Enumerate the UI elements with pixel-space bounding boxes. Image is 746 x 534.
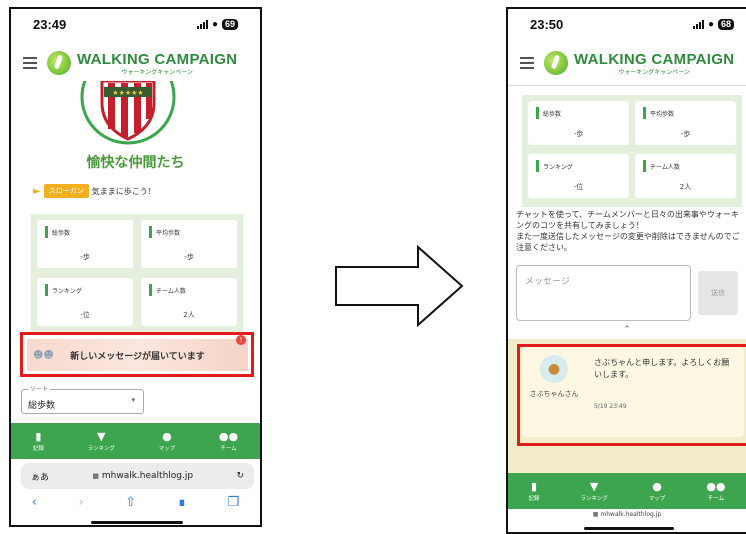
nav-record[interactable]: ▮ 記録: [33, 431, 44, 452]
message-placeholder: メッセージ: [525, 277, 570, 287]
nav-team[interactable]: ●● チーム: [706, 481, 725, 502]
sort-legend: ソート: [28, 384, 51, 393]
team-stats-panel: 総歩数 -歩 平均歩数 -歩 ランキング -位 チーム人数 2人: [31, 214, 243, 334]
trophy-icon: ▼: [97, 429, 106, 443]
status-time: 23:50: [530, 16, 564, 32]
header-divider: [508, 85, 746, 86]
app-header: WALKING CAMPAIGN ウォーキングキャンペーン: [11, 43, 260, 83]
bottom-nav: ▮ 記録 ▼ ランキング ● マップ ●● チーム: [11, 423, 260, 459]
signal-icon: [692, 19, 704, 29]
status-bar: 23:50 ● 68: [508, 9, 746, 39]
chart-icon: ▮: [35, 429, 42, 443]
stat-ranking: ランキング -位: [37, 278, 133, 326]
wifi-icon: ●: [211, 18, 218, 30]
highlight-box: [20, 332, 254, 377]
forward-icon[interactable]: ›: [79, 495, 84, 510]
app-subtitle: ウォーキングキャンペーン: [121, 68, 193, 76]
app-subtitle: ウォーキングキャンペーン: [618, 68, 690, 76]
app-title: WALKING CAMPAIGN: [77, 50, 238, 68]
slogan-text: 気ままに歩こう！: [91, 186, 156, 196]
share-icon[interactable]: ⇧: [125, 495, 136, 510]
phone-screenshot-after: 23:50 ● 68 WALKING CAMPAIGN ウォーキングキャンペーン…: [506, 7, 746, 534]
highlight-box: [517, 344, 746, 446]
nav-map[interactable]: ● マップ: [649, 481, 666, 502]
slogan: ► スローガン 気ままに歩こう！: [33, 184, 156, 198]
app-header: WALKING CAMPAIGN ウォーキングキャンペーン: [508, 43, 746, 83]
home-indicator: [584, 527, 674, 530]
collapse-chevron-icon[interactable]: ⌃: [508, 325, 746, 335]
status-bar: 23:49 ● 69: [11, 9, 260, 39]
battery-icon: 68: [717, 18, 734, 30]
chart-icon: ▮: [530, 479, 538, 493]
team-name: 愉快な仲間たち: [86, 155, 185, 171]
team-emblem-icon: ★★★★★: [80, 81, 176, 145]
message-input[interactable]: メッセージ: [516, 265, 691, 321]
stat-average-steps: 平均歩数 -歩: [635, 101, 736, 145]
lock-icon: ■: [92, 472, 99, 480]
sort-value: 総歩数: [28, 401, 56, 411]
reload-icon[interactable]: ↻: [236, 471, 244, 481]
menu-icon[interactable]: [520, 57, 534, 69]
back-icon[interactable]: ‹: [32, 495, 37, 510]
team-icon: ●●: [218, 429, 239, 443]
slogan-tag: スローガン: [43, 184, 89, 198]
send-button[interactable]: 送信: [698, 271, 738, 315]
team-stats-panel: 総歩数 -歩 平均歩数 -歩 ランキング -位 チーム人数 2人: [522, 95, 742, 207]
nav-ranking[interactable]: ▼ ランキング: [88, 431, 115, 452]
team-icon: ●●: [706, 479, 726, 493]
url-field[interactable]: ■ mhwalk.healthlog.jp: [92, 471, 193, 481]
stat-team-members: チーム人数 2人: [141, 278, 237, 326]
lock-icon: ■: [592, 511, 599, 518]
sort-select[interactable]: ソート 総歩数 ▾: [21, 384, 144, 414]
status-time: 23:49: [33, 16, 67, 32]
menu-icon[interactable]: [23, 57, 37, 69]
trophy-icon: ▼: [589, 479, 599, 493]
nav-team[interactable]: ●● チーム: [219, 431, 238, 452]
tabs-icon[interactable]: ❐: [228, 495, 240, 510]
logo-icon: [47, 51, 71, 75]
browser-address-bar[interactable]: ぁあ ■ mhwalk.healthlog.jp ↻: [21, 463, 254, 489]
chat-intro-text: チャットを使って、チームメンバーと日々の出来事やウォーキングのコツを共有してみま…: [516, 210, 740, 252]
signal-icon: [196, 19, 208, 29]
chevron-down-icon: ▾: [131, 396, 135, 404]
stat-ranking: ランキング -位: [528, 154, 629, 198]
battery-icon: 69: [221, 18, 238, 30]
browser-toolbar: ‹ › ⇧ ∎ ❐: [11, 495, 260, 510]
url-field[interactable]: ■ mhwalk.healthlog.jp: [508, 511, 746, 518]
logo-icon: [544, 51, 568, 75]
map-pin-icon: ●: [652, 479, 662, 493]
bottom-nav: ▮ 記録 ▼ ランキング ● マップ ●● チーム: [508, 473, 746, 509]
text-size-button[interactable]: ぁあ: [31, 470, 49, 483]
megaphone-icon: ►: [33, 185, 41, 197]
nav-record[interactable]: ▮ 記録: [528, 481, 539, 502]
stat-team-members: チーム人数 2人: [635, 154, 736, 198]
bookmarks-icon[interactable]: ∎: [178, 495, 186, 510]
stat-average-steps: 平均歩数 -歩: [141, 220, 237, 268]
nav-ranking[interactable]: ▼ ランキング: [580, 481, 607, 502]
arrow-right-icon: [335, 245, 464, 327]
svg-text:★★★★★: ★★★★★: [112, 89, 143, 97]
home-indicator: [91, 521, 183, 524]
phone-screenshot-before: 23:49 ● 69 WALKING CAMPAIGN ウォーキングキャンペーン…: [9, 7, 262, 527]
map-pin-icon: ●: [162, 429, 172, 443]
stat-total-steps: 総歩数 -歩: [37, 220, 133, 268]
app-title: WALKING CAMPAIGN: [574, 50, 735, 68]
wifi-icon: ●: [707, 18, 714, 30]
nav-map[interactable]: ● マップ: [159, 431, 176, 452]
stat-total-steps: 総歩数 -歩: [528, 101, 629, 145]
